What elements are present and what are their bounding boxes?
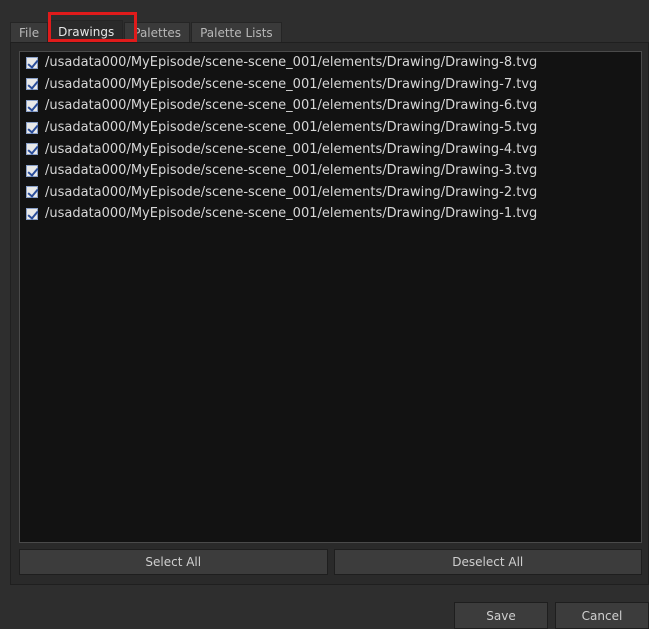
- selection-buttons: Select All Deselect All: [19, 549, 642, 575]
- checkbox-checked-icon[interactable]: [26, 207, 38, 220]
- checkbox-checked-icon[interactable]: [26, 121, 38, 134]
- tab-bar: File Drawings Palettes Palette Lists: [10, 20, 283, 42]
- drawing-path: /usadata000/MyEpisode/scene-scene_001/el…: [45, 206, 538, 222]
- tab-file[interactable]: File: [10, 22, 49, 42]
- list-item[interactable]: /usadata000/MyEpisode/scene-scene_001/el…: [20, 95, 641, 117]
- drawings-list[interactable]: /usadata000/MyEpisode/scene-scene_001/el…: [19, 51, 642, 543]
- list-item[interactable]: /usadata000/MyEpisode/scene-scene_001/el…: [20, 52, 641, 74]
- list-item[interactable]: /usadata000/MyEpisode/scene-scene_001/el…: [20, 74, 641, 96]
- checkbox-checked-icon[interactable]: [26, 78, 38, 91]
- checkbox-checked-icon[interactable]: [26, 143, 38, 156]
- list-item[interactable]: /usadata000/MyEpisode/scene-scene_001/el…: [20, 160, 641, 182]
- tab-palettes[interactable]: Palettes: [124, 22, 191, 42]
- drawing-path: /usadata000/MyEpisode/scene-scene_001/el…: [45, 76, 538, 92]
- list-item[interactable]: /usadata000/MyEpisode/scene-scene_001/el…: [20, 138, 641, 160]
- export-dialog: File Drawings Palettes Palette Lists /us…: [0, 0, 649, 629]
- deselect-all-button[interactable]: Deselect All: [333, 549, 642, 575]
- drawing-path: /usadata000/MyEpisode/scene-scene_001/el…: [45, 120, 538, 136]
- drawing-path: /usadata000/MyEpisode/scene-scene_001/el…: [45, 184, 538, 200]
- checkbox-checked-icon[interactable]: [26, 99, 38, 112]
- tab-drawings[interactable]: Drawings: [49, 20, 124, 42]
- drawing-path: /usadata000/MyEpisode/scene-scene_001/el…: [45, 163, 538, 179]
- select-all-button[interactable]: Select All: [19, 549, 328, 575]
- list-item[interactable]: /usadata000/MyEpisode/scene-scene_001/el…: [20, 182, 641, 204]
- checkbox-checked-icon[interactable]: [26, 56, 38, 69]
- tab-palette-lists[interactable]: Palette Lists: [191, 22, 282, 42]
- drawing-path: /usadata000/MyEpisode/scene-scene_001/el…: [45, 55, 538, 71]
- drawings-panel: /usadata000/MyEpisode/scene-scene_001/el…: [10, 42, 649, 585]
- drawing-path: /usadata000/MyEpisode/scene-scene_001/el…: [45, 141, 538, 157]
- list-item[interactable]: /usadata000/MyEpisode/scene-scene_001/el…: [20, 117, 641, 139]
- drawing-path: /usadata000/MyEpisode/scene-scene_001/el…: [45, 98, 538, 114]
- checkbox-checked-icon[interactable]: [26, 186, 38, 199]
- checkbox-checked-icon[interactable]: [26, 164, 38, 177]
- list-item[interactable]: /usadata000/MyEpisode/scene-scene_001/el…: [20, 203, 641, 225]
- save-button[interactable]: Save: [454, 602, 548, 629]
- cancel-button[interactable]: Cancel: [555, 602, 649, 629]
